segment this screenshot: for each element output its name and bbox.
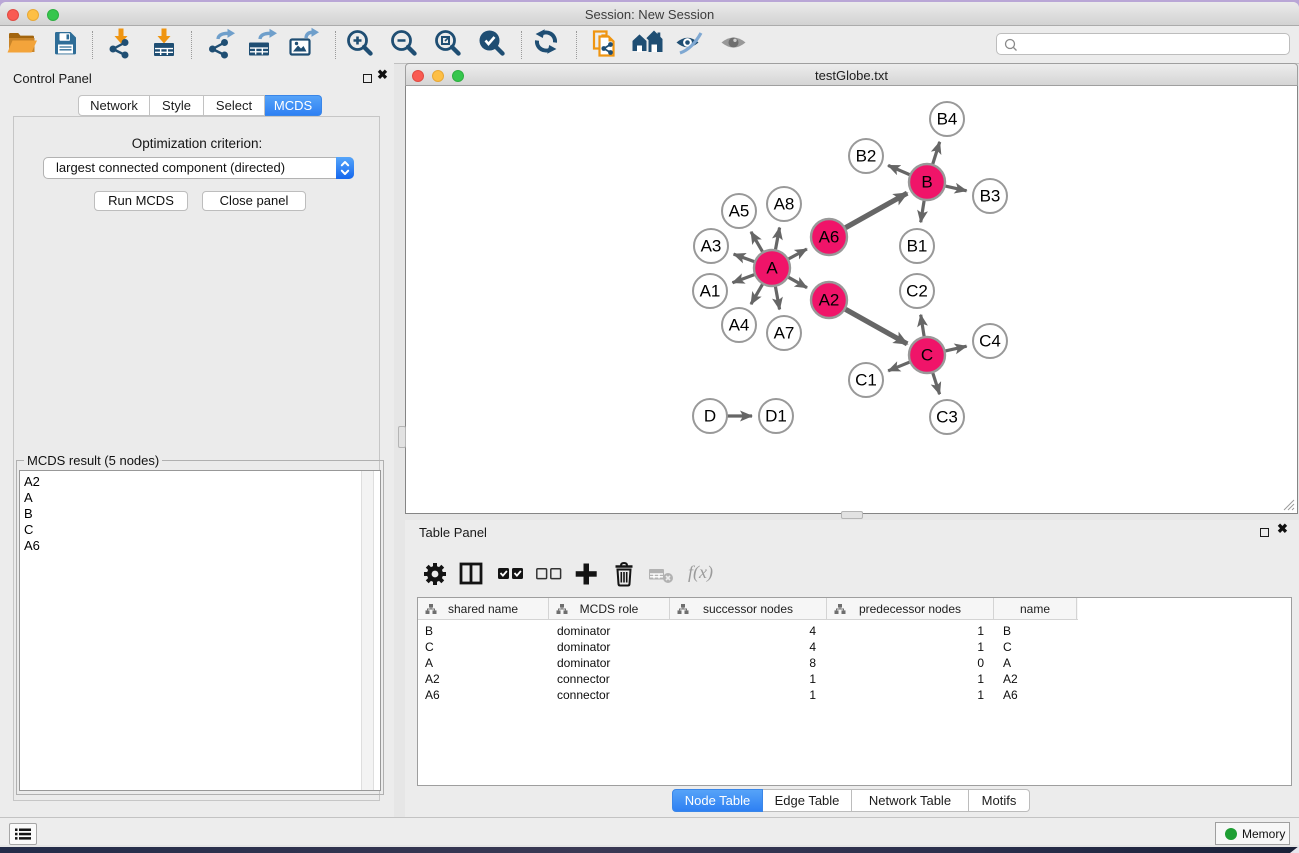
svg-text:D1: D1 (765, 407, 787, 426)
svg-text:A4: A4 (729, 316, 750, 335)
svg-text:B: B (921, 173, 932, 192)
svg-text:A7: A7 (774, 324, 795, 343)
svg-text:C2: C2 (906, 282, 928, 301)
svg-text:A: A (766, 259, 778, 278)
svg-text:B4: B4 (937, 110, 958, 129)
svg-text:B3: B3 (980, 187, 1001, 206)
svg-text:C1: C1 (855, 371, 877, 390)
svg-text:C4: C4 (979, 332, 1001, 351)
svg-text:A8: A8 (774, 195, 795, 214)
svg-text:A2: A2 (819, 291, 840, 310)
svg-text:A1: A1 (700, 282, 721, 301)
svg-text:D: D (704, 407, 716, 426)
svg-text:A5: A5 (729, 202, 750, 221)
svg-text:C3: C3 (936, 408, 958, 427)
svg-text:B2: B2 (856, 147, 877, 166)
svg-text:C: C (921, 346, 933, 365)
svg-text:A3: A3 (701, 237, 722, 256)
svg-text:A6: A6 (819, 228, 840, 247)
svg-text:B1: B1 (907, 237, 928, 256)
